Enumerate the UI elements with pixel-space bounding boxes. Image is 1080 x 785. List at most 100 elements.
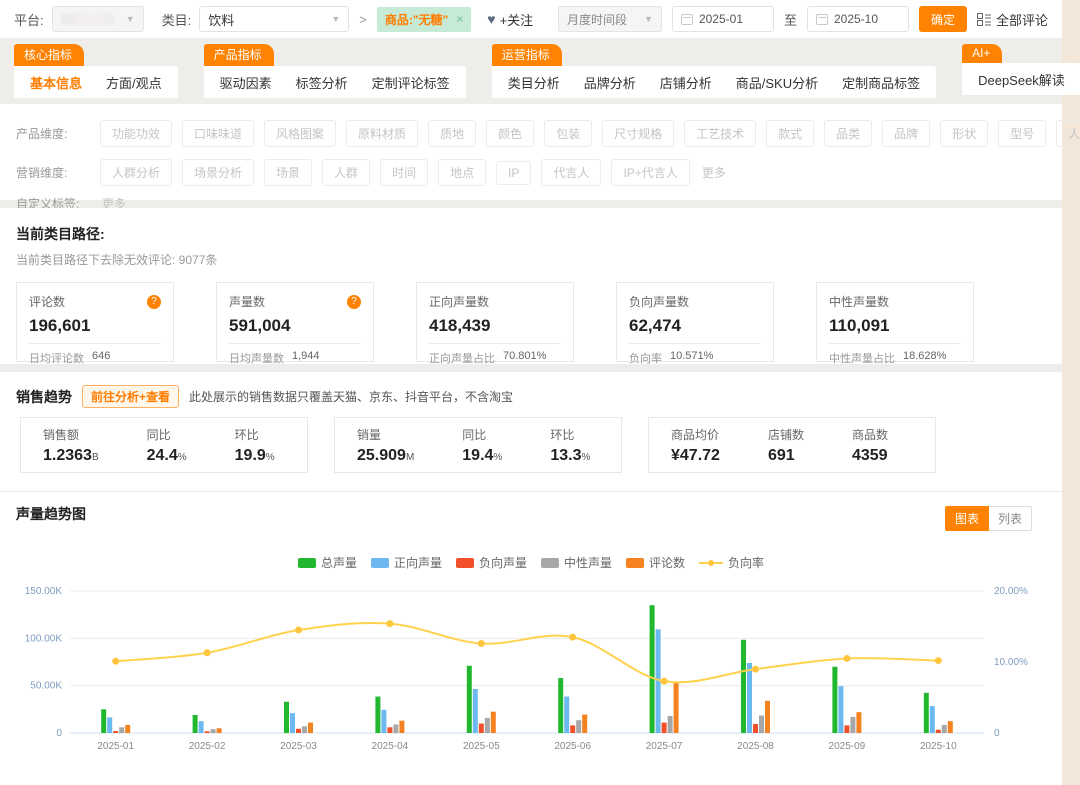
sales-card: 商品均价¥47.72店铺数691商品数4359 (648, 417, 936, 473)
filter-chip[interactable]: 品类 (824, 120, 872, 147)
nav-tab[interactable]: 定制评论标签 (372, 73, 450, 92)
nav-tab[interactable]: 类目分析 (508, 73, 560, 92)
filter-row-product: 产品维度: 功能功效口味味道风格图案原料材质质地颜色包装尺寸规格工艺技术款式品类… (16, 116, 1046, 150)
filter-chip[interactable]: 款式 (766, 120, 814, 147)
nav-tab[interactable]: DeepSeek解读 (978, 70, 1065, 89)
sales-analyze-link-button[interactable]: 前往分析+查看 (82, 385, 179, 408)
metric-card-divider (229, 343, 361, 344)
toggle-list-view[interactable]: 列表 (989, 506, 1032, 531)
date-to-input[interactable]: 2025-10 (807, 6, 909, 32)
all-comments-label: 全部评论 (996, 10, 1048, 29)
legend-item[interactable]: 负向声量 (456, 554, 527, 571)
filter-chip[interactable]: 原料材质 (346, 120, 418, 147)
filter-chip[interactable]: 人群 (322, 159, 370, 186)
filter-chip[interactable]: IP (496, 161, 531, 185)
category-select[interactable]: 饮料 ▼ (199, 6, 349, 32)
sales-note: 此处展示的销售数据只覆盖天猫、京东、抖音平台，不含淘宝 (189, 388, 513, 405)
legend-item[interactable]: 评论数 (626, 554, 685, 571)
calendar-icon (681, 14, 693, 25)
metric-card-footer: 负向率10.571% (629, 350, 761, 366)
sales-metric-value: ¥47.72 (671, 447, 720, 465)
legend-label: 正向声量 (394, 554, 442, 571)
help-icon[interactable]: ? (147, 295, 161, 309)
nav-tab[interactable]: 品牌分析 (584, 73, 636, 92)
platform-select[interactable]: ▼ (52, 6, 144, 32)
legend-item[interactable]: 负向率 (699, 554, 764, 571)
metric-card-footer: 日均评论数646 (29, 350, 161, 366)
nav-tab[interactable]: 店铺分析 (660, 73, 712, 92)
filter-chip[interactable]: 风格图案 (264, 120, 336, 147)
date-from-input[interactable]: 2025-01 (672, 6, 774, 32)
topbar: 平台: ▼ 类目: 饮料 ▼ > 商品:"无糖" × ♥ +关注 月度时间段 ▼… (0, 0, 1062, 38)
sales-metric-value: 691 (768, 447, 804, 465)
all-comments-button[interactable]: 全部评论 (977, 10, 1048, 29)
filter-chip[interactable]: 人群分析 (100, 159, 172, 186)
metric-card-label: 负向声量数 (629, 293, 689, 310)
filter-chip[interactable]: 功能功效 (100, 120, 172, 147)
sales-metric-unit: % (266, 452, 275, 463)
nav-tab[interactable]: 驱动因素 (220, 73, 272, 92)
filter-chip[interactable]: 包装 (544, 120, 592, 147)
metric-card-value: 196,601 (29, 316, 161, 336)
sales-title: 销售趋势 (16, 387, 72, 407)
nav-tabbar: 驱动因素 标签分析 定制评论标签 (204, 66, 466, 98)
more-link[interactable]: 更多 (702, 164, 726, 181)
filter-chip[interactable]: 代言人 (541, 159, 601, 186)
filter-chip[interactable]: 型号 (998, 120, 1046, 147)
sales-metric: 同比19.4% (462, 426, 502, 465)
sales-cards-row: 销售额1.2363B同比24.4%环比19.9%销量25.909M同比19.4%… (0, 417, 1062, 485)
filter-chip[interactable]: 地点 (438, 159, 486, 186)
filter-chip[interactable]: 工艺技术 (684, 120, 756, 147)
chart-header: 声量趋势图 (0, 492, 1062, 524)
chart-wrap: 050.00K100.00K150.00K010.00%20.00%2025-0… (0, 577, 1062, 784)
metric-card-divider (429, 343, 561, 344)
follow-button[interactable]: ♥ +关注 (487, 10, 533, 29)
legend-item[interactable]: 总声量 (298, 554, 357, 571)
filter-chip[interactable]: 质地 (428, 120, 476, 147)
svg-text:2025-01: 2025-01 (97, 741, 134, 752)
nav-group-badge: 运营指标 (492, 44, 562, 66)
filter-chip[interactable]: 人体特征 (1056, 120, 1080, 147)
close-icon[interactable]: × (456, 12, 463, 26)
metric-card-footer: 正向声量占比70.801% (429, 350, 561, 366)
sales-metric-label: 店铺数 (768, 426, 804, 443)
filter-chip[interactable]: 尺寸规格 (602, 120, 674, 147)
sales-metric-label: 环比 (550, 426, 590, 443)
svg-text:2025-07: 2025-07 (646, 741, 683, 752)
category-path-panel: 当前类目路径: 当前类目路径下去除无效评论: 9077条 评论数?196,601… (0, 208, 1062, 364)
comment-list-icon (977, 13, 991, 26)
filter-chip[interactable]: 时间 (380, 159, 428, 186)
nav-group-badge: AI+ (962, 44, 1002, 63)
filter-row-marketing: 营销维度: 人群分析场景分析场景人群时间地点IP代言人IP+代言人更多 (16, 159, 1046, 186)
metric-card-label: 声量数 (229, 293, 265, 310)
nav-tab[interactable]: 标签分析 (296, 73, 348, 92)
filter-row-label: 产品维度: (16, 125, 100, 142)
period-type-select[interactable]: 月度时间段 ▼ (558, 6, 662, 32)
filter-chip[interactable]: 口味味道 (182, 120, 254, 147)
date-to-value: 2025-10 (834, 12, 878, 26)
legend-item[interactable]: 正向声量 (371, 554, 442, 571)
nav-tab[interactable]: 基本信息 (30, 73, 82, 92)
legend-item[interactable]: 中性声量 (541, 554, 612, 571)
nav-group-badge: 核心指标 (14, 44, 84, 66)
platform-label: 平台: (14, 10, 44, 29)
nav-tab[interactable]: 方面/观点 (106, 73, 162, 92)
sales-metric: 同比24.4% (147, 426, 187, 465)
confirm-button[interactable]: 确定 (919, 6, 967, 32)
metric-card-footer-value: 70.801% (503, 350, 546, 366)
category-path-subtitle: 当前类目路径下去除无效评论: 9077条 (16, 251, 1046, 268)
filter-chip[interactable]: 品牌 (882, 120, 930, 147)
sales-card: 销售额1.2363B同比24.4%环比19.9% (20, 417, 308, 473)
filter-chip[interactable]: 形状 (940, 120, 988, 147)
help-icon[interactable]: ? (347, 295, 361, 309)
svg-text:10.00%: 10.00% (994, 657, 1028, 668)
nav-tab[interactable]: 商品/SKU分析 (736, 73, 818, 92)
filter-chip[interactable]: 场景分析 (182, 159, 254, 186)
filter-chip[interactable]: IP+代言人 (611, 159, 689, 186)
toggle-chart-view[interactable]: 图表 (945, 506, 989, 531)
filter-chip[interactable]: 场景 (264, 159, 312, 186)
filter-chip[interactable]: 颜色 (486, 120, 534, 147)
nav-tab[interactable]: 定制商品标签 (842, 73, 920, 92)
product-filter-tag[interactable]: 商品:"无糖" × (377, 7, 471, 32)
svg-text:100.00K: 100.00K (25, 633, 63, 644)
